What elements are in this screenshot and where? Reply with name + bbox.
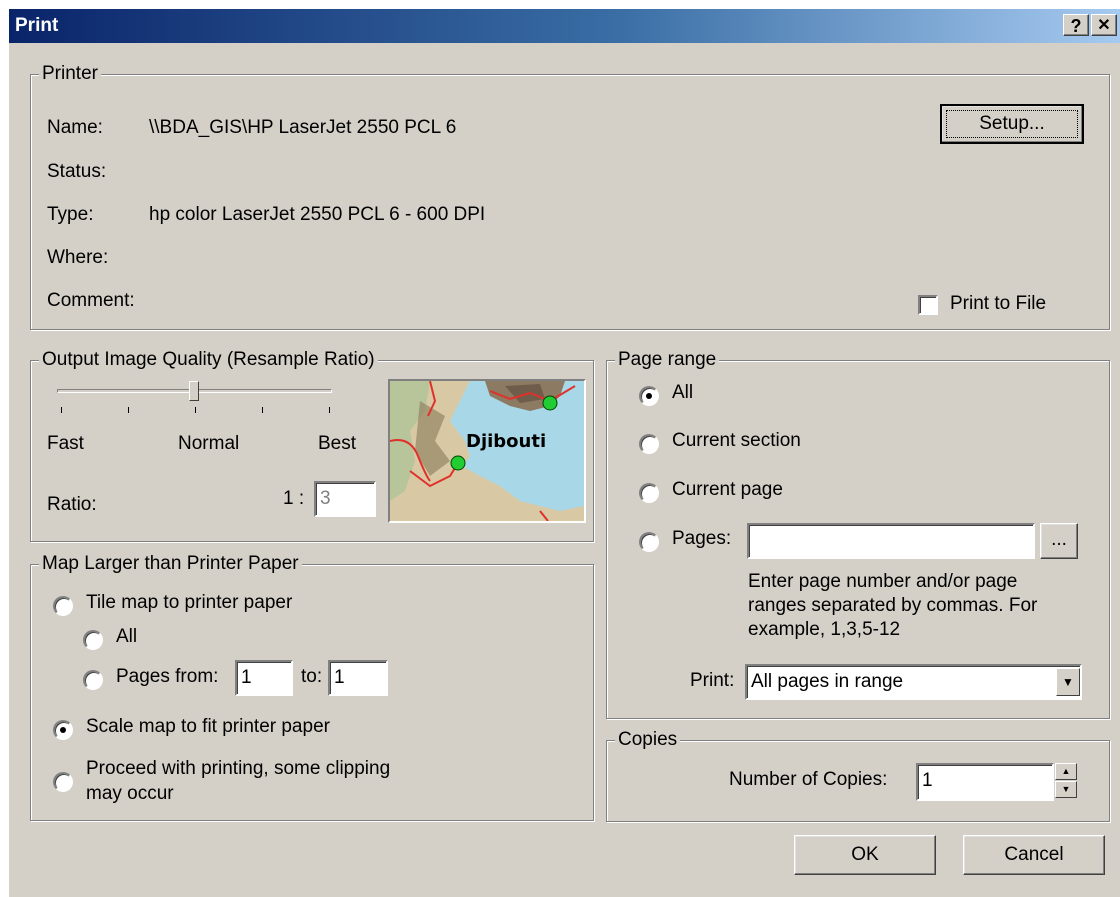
slider-tick: [329, 407, 330, 413]
page-range-legend: Page range: [615, 349, 720, 371]
pages-label[interactable]: Pages:: [672, 528, 731, 550]
proceed-radio[interactable]: [53, 772, 73, 792]
printer-where-label: Where:: [47, 247, 109, 268]
quality-legend: Output Image Quality (Resample Ratio): [39, 349, 378, 371]
number-of-copies-label: Number of Copies:: [729, 769, 888, 790]
current-page-radio[interactable]: [639, 483, 659, 503]
pages-hint-line1: Enter page number and/or page: [748, 571, 1018, 592]
proceed-label-line1[interactable]: Proceed with printing, some clipping: [86, 758, 390, 780]
quality-group: Output Image Quality (Resample Ratio) Fa…: [30, 349, 594, 542]
copies-legend: Copies: [615, 729, 681, 751]
slider-tick: [262, 407, 263, 413]
map-city-label: Djibouti: [466, 431, 546, 452]
pages-radio[interactable]: [639, 532, 659, 552]
setup-button[interactable]: Setup...: [940, 104, 1084, 144]
pages-input[interactable]: [747, 523, 1035, 559]
setup-button-label: Setup...: [979, 113, 1045, 134]
cancel-button[interactable]: Cancel: [963, 835, 1105, 875]
copies-input[interactable]: 1: [916, 763, 1054, 801]
print-select-value: All pages in range: [751, 671, 904, 692]
scale-map-radio[interactable]: [53, 720, 73, 740]
printer-group: Printer Name: \\BDA_GIS\HP LaserJet 2550…: [30, 63, 1110, 330]
ratio-prefix: 1 :: [283, 488, 305, 509]
print-dialog: Print ? ✕ Printer Name: \\BDA_GIS\HP Las…: [8, 8, 1120, 897]
tile-all-radio[interactable]: [83, 630, 103, 650]
tile-all-label[interactable]: All: [116, 626, 137, 648]
printer-type-value: hp color LaserJet 2550 PCL 6 - 600 DPI: [149, 204, 486, 225]
printer-legend: Printer: [39, 63, 101, 85]
spin-up-icon[interactable]: ▲: [1055, 763, 1077, 780]
pages-hint-line3: example, 1,3,5-12: [748, 619, 901, 640]
ratio-input[interactable]: 3: [314, 481, 376, 517]
slider-tick: [61, 407, 62, 413]
current-page-label[interactable]: Current page: [672, 479, 783, 501]
close-button[interactable]: ✕: [1091, 14, 1117, 36]
print-to-file-checkbox[interactable]: [918, 295, 938, 315]
proceed-label-line2[interactable]: may occur: [86, 783, 174, 805]
tile-map-radio[interactable]: [53, 596, 73, 616]
pages-to-label: to:: [301, 666, 323, 687]
page-range-group: Page range All Current section Current p…: [606, 349, 1110, 719]
print-select-label: Print:: [690, 670, 735, 691]
current-section-radio[interactable]: [639, 434, 659, 454]
ok-button[interactable]: OK: [794, 835, 936, 875]
printer-type-label: Type:: [47, 204, 94, 225]
pages-from-radio[interactable]: [83, 670, 103, 690]
normal-label: Normal: [178, 433, 240, 454]
title-bar[interactable]: Print ? ✕: [9, 9, 1120, 43]
window-title: Print: [15, 15, 59, 36]
print-to-file-label[interactable]: Print to File: [950, 293, 1046, 315]
map-preview: Djibouti: [388, 379, 586, 523]
dropdown-arrow-icon[interactable]: ▼: [1056, 668, 1080, 696]
fast-label: Fast: [47, 433, 84, 454]
browse-pages-button[interactable]: ...: [1040, 523, 1078, 559]
quality-slider-thumb[interactable]: [189, 381, 199, 401]
map-larger-group: Map Larger than Printer Paper Tile map t…: [30, 553, 594, 821]
printer-name-label: Name:: [47, 117, 103, 138]
range-all-radio[interactable]: [639, 386, 659, 406]
tile-map-label[interactable]: Tile map to printer paper: [86, 592, 292, 614]
ratio-label: Ratio:: [47, 494, 97, 515]
pages-to-input[interactable]: 1: [328, 660, 388, 696]
slider-tick: [195, 407, 196, 413]
pages-hint-line2: ranges separated by commas. For: [748, 595, 1038, 616]
best-label: Best: [318, 433, 357, 454]
copies-group: Copies Number of Copies: 1 ▲ ▼: [606, 729, 1110, 822]
scale-map-label[interactable]: Scale map to fit printer paper: [86, 716, 330, 738]
printer-name-value: \\BDA_GIS\HP LaserJet 2550 PCL 6: [149, 117, 457, 138]
printer-status-label: Status:: [47, 161, 107, 182]
slider-tick: [128, 407, 129, 413]
print-select[interactable]: All pages in range ▼: [745, 664, 1082, 700]
printer-comment-label: Comment:: [47, 290, 135, 311]
map-preview-image: Djibouti: [390, 381, 584, 521]
pages-from-input[interactable]: 1: [235, 660, 293, 696]
map-larger-legend: Map Larger than Printer Paper: [39, 553, 302, 575]
help-button[interactable]: ?: [1063, 14, 1089, 36]
range-all-label[interactable]: All: [672, 382, 693, 404]
current-section-label[interactable]: Current section: [672, 430, 801, 452]
pages-from-label[interactable]: Pages from:: [116, 666, 218, 688]
spin-down-icon[interactable]: ▼: [1055, 781, 1077, 798]
